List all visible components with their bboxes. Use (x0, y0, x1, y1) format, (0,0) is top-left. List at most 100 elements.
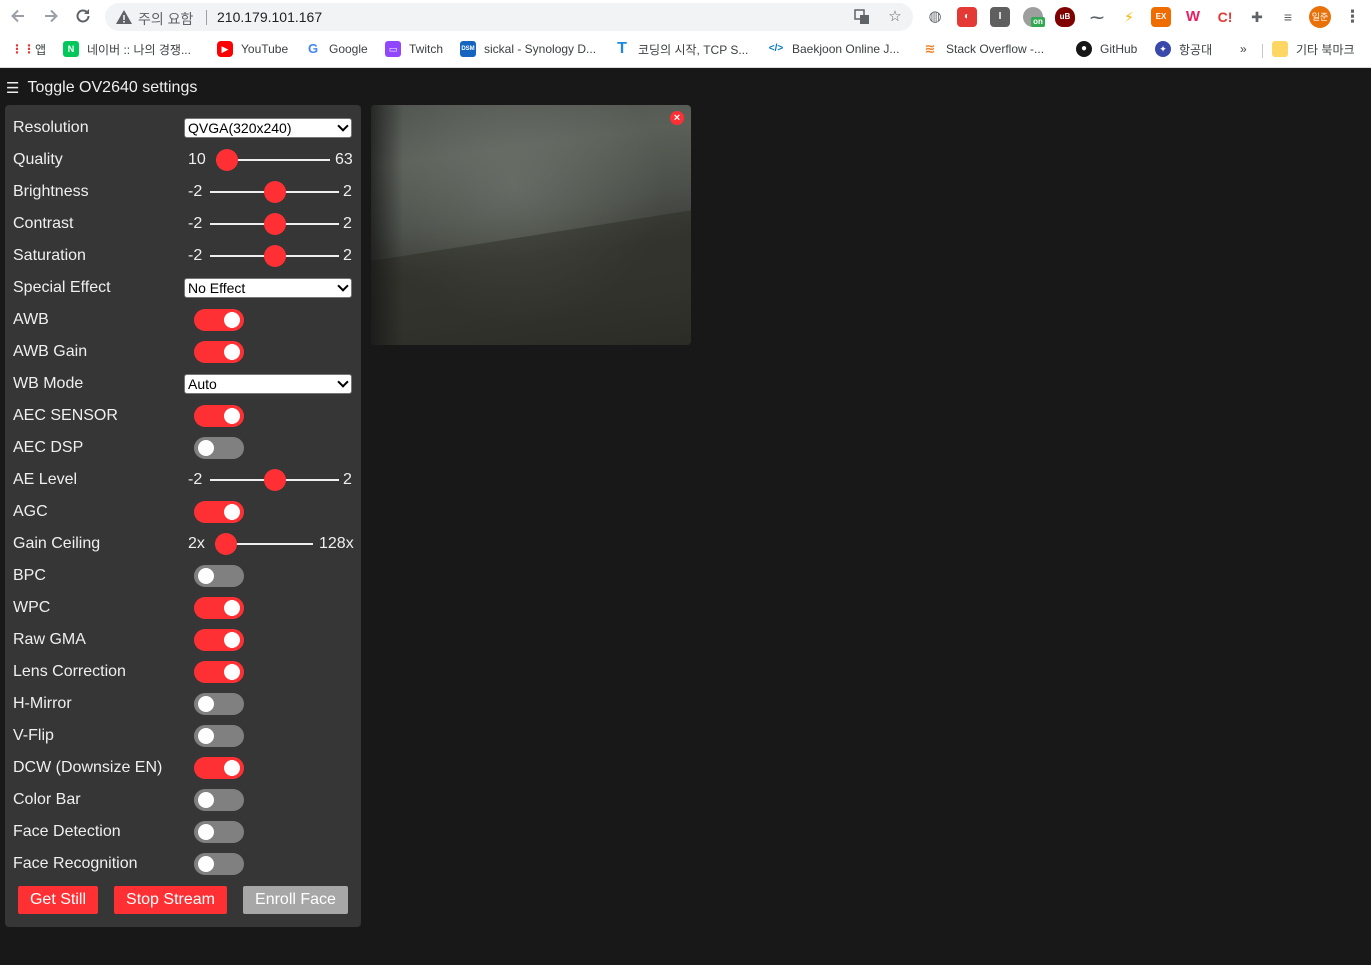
slider-thumb[interactable] (264, 245, 286, 267)
reload-icon[interactable] (72, 7, 94, 29)
profile-avatar[interactable]: 일준 (1309, 6, 1331, 28)
dcw-toggle[interactable] (194, 757, 244, 779)
setting-label: Color Bar (13, 791, 81, 808)
security-status[interactable]: 주의 요함 (138, 9, 193, 29)
setting-label: WPC (13, 599, 51, 616)
settings-panel: Resolution QVGA(320x240) Quality 10 63 B… (5, 105, 361, 927)
setting-aec-dsp: AEC DSP (13, 436, 353, 460)
address-bar[interactable]: 주의 요함 210.179.101.167 ☆ (105, 3, 913, 31)
bookmark-apps[interactable]: ⋮⋮ 앱 (11, 40, 46, 58)
w-extension-icon[interactable]: W (1183, 7, 1203, 27)
bookmark-synology[interactable]: DSM sickal - Synology D... (460, 40, 596, 58)
get-still-button[interactable]: Get Still (18, 886, 98, 914)
bookmark-label: Baekjoon Online J... (792, 42, 900, 56)
setting-awb-gain: AWB Gain (13, 340, 353, 364)
extension-icon[interactable]: ◐ (957, 7, 977, 27)
setting-lens-correction: Lens Correction (13, 660, 353, 684)
resolution-select[interactable]: QVGA(320x240) (184, 118, 352, 138)
slider-thumb[interactable] (215, 533, 237, 555)
extension-on-icon[interactable]: on (1023, 7, 1045, 27)
range-max: 63 (335, 151, 353, 168)
reading-list-icon[interactable]: ≡ (1278, 7, 1298, 27)
face-recognition-toggle[interactable] (194, 853, 244, 875)
bookmark-naver[interactable]: N 네이버 :: 나의 경쟁... (63, 40, 191, 58)
range-min: -2 (188, 183, 203, 200)
awb-toggle[interactable] (194, 309, 244, 331)
toggle-knob (224, 632, 240, 648)
bookmark-google[interactable]: G Google (305, 40, 368, 58)
toggle-settings-label: Toggle OV2640 settings (27, 79, 198, 96)
pulse-extension-icon[interactable]: ⁓ (1087, 7, 1107, 27)
select-value: Auto (188, 376, 217, 392)
color-bar-toggle[interactable] (194, 789, 244, 811)
wpc-toggle[interactable] (194, 597, 244, 619)
bookmark-label: Twitch (409, 42, 444, 56)
setting-label: Lens Correction (13, 663, 126, 680)
forward-arrow-icon[interactable] (40, 7, 62, 29)
bookmark-twitch[interactable]: ▭ Twitch (385, 40, 443, 58)
dsm-icon: DSM (460, 41, 476, 57)
bookmark-label: 기타 북마크 (1296, 42, 1355, 57)
setting-face-recognition: Face Recognition (13, 852, 353, 876)
setting-label: Quality (13, 151, 63, 168)
bookmarks-divider (1262, 44, 1263, 58)
bookmark-baekjoon[interactable]: </> Baekjoon Online J... (768, 40, 900, 58)
warning-icon[interactable] (115, 8, 133, 26)
youtube-icon: ▶ (217, 41, 233, 57)
aec-dsp-toggle[interactable] (194, 437, 244, 459)
special-effect-select[interactable]: No Effect (184, 278, 352, 298)
lens-correction-toggle[interactable] (194, 661, 244, 683)
setting-label: Gain Ceiling (13, 535, 101, 552)
aec-sensor-toggle[interactable] (194, 405, 244, 427)
bookmark-tcp[interactable]: T 코딩의 시작, TCP S... (614, 40, 748, 58)
bookmark-github[interactable]: ● GitHub (1076, 40, 1137, 58)
ex-extension-icon[interactable]: EX (1151, 7, 1171, 27)
setting-label: Special Effect (13, 279, 111, 296)
awb-gain-toggle[interactable] (194, 341, 244, 363)
kebab-menu-icon[interactable]: ⋮ (1344, 6, 1361, 28)
setting-label: DCW (Downsize EN) (13, 759, 163, 776)
setting-label: AGC (13, 503, 48, 520)
raw-gma-toggle[interactable] (194, 629, 244, 651)
bookmark-hangkong[interactable]: ✦ 항공대 (1155, 40, 1212, 58)
back-arrow-icon[interactable] (7, 7, 29, 29)
wb-mode-select[interactable]: Auto (184, 374, 352, 394)
code-icon: </> (768, 43, 784, 54)
setting-resolution: Resolution QVGA(320x240) (13, 116, 353, 140)
toggle-settings-button[interactable]: ☰ Toggle OV2640 settings (6, 77, 197, 99)
ublock-icon[interactable]: uB (1055, 7, 1075, 27)
slider-thumb[interactable] (264, 469, 286, 491)
bookmark-label: YouTube (241, 42, 289, 56)
ci-extension-icon[interactable]: C! (1215, 7, 1235, 27)
bookmark-other[interactable]: 기타 북마크 (1272, 40, 1355, 58)
bookmarks-overflow-button[interactable]: » (1240, 40, 1247, 58)
h-mirror-toggle[interactable] (194, 693, 244, 715)
setting-label: V-Flip (13, 727, 54, 744)
bpc-toggle[interactable] (194, 565, 244, 587)
extension-icon[interactable]: I (990, 7, 1010, 27)
bookmark-stackoverflow[interactable]: ≋ Stack Overflow -... (922, 40, 1044, 58)
setting-label: AE Level (13, 471, 78, 488)
toggle-knob (198, 728, 214, 744)
star-icon[interactable]: ☆ (886, 8, 904, 26)
setting-brightness: Brightness -2 2 (13, 180, 353, 204)
url-text[interactable]: 210.179.101.167 (217, 9, 322, 25)
stop-stream-button[interactable]: Stop Stream (114, 886, 227, 914)
slider-thumb[interactable] (264, 181, 286, 203)
slider-thumb[interactable] (216, 149, 238, 171)
range-min: 2x (188, 535, 205, 552)
bookmark-label: GitHub (1100, 42, 1138, 56)
setting-label: Resolution (13, 119, 89, 136)
toggle-knob (198, 696, 214, 712)
lightning-extension-icon[interactable]: ⚡ (1119, 7, 1139, 27)
puzzle-icon[interactable]: ✚ (1247, 7, 1267, 27)
slider-thumb[interactable] (264, 213, 286, 235)
close-stream-icon[interactable]: × (670, 111, 684, 125)
translate-icon[interactable] (853, 8, 871, 26)
agc-toggle[interactable] (194, 501, 244, 523)
bookmark-youtube[interactable]: ▶ YouTube (217, 40, 288, 58)
face-detection-toggle[interactable] (194, 821, 244, 843)
enroll-face-button[interactable]: Enroll Face (243, 886, 348, 914)
v-flip-toggle[interactable] (194, 725, 244, 747)
globe-extension-icon[interactable]: ◍ (925, 7, 945, 27)
